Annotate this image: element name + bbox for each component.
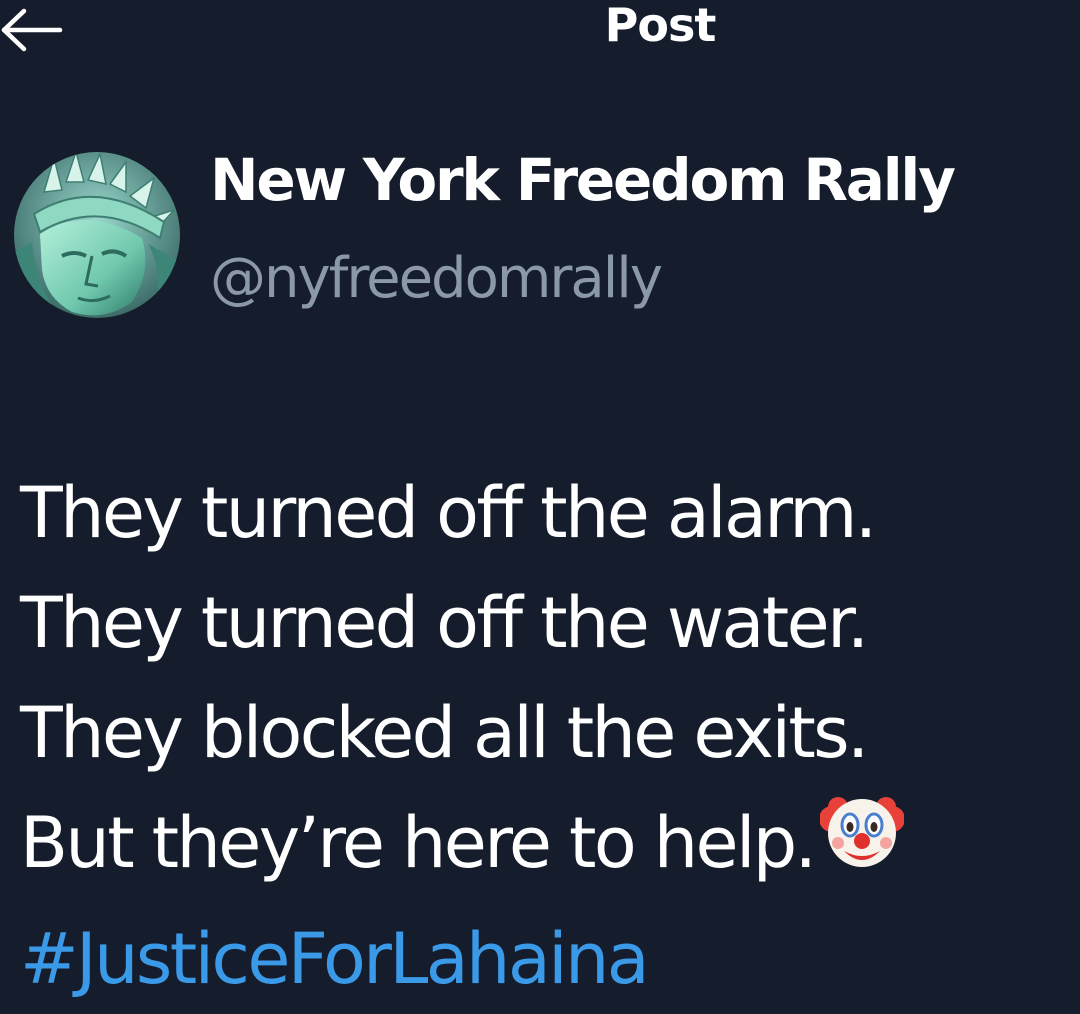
post-author: New York Freedom Rally @nyfreedomrally bbox=[14, 140, 1080, 320]
clown-face-icon bbox=[819, 789, 906, 904]
statue-of-liberty-avatar-icon bbox=[14, 152, 180, 318]
post-line-text: But they’re here to help. bbox=[20, 802, 817, 884]
post-line-last: But they’re here to help. bbox=[20, 788, 1080, 904]
post-line: They turned off the alarm. bbox=[20, 472, 877, 554]
hashtag-link[interactable]: #JusticeForLahaina bbox=[20, 904, 1080, 1014]
post-line: They turned off the water. bbox=[20, 582, 869, 664]
page-title: Post bbox=[604, 0, 717, 52]
author-display-name[interactable]: New York Freedom Rally bbox=[210, 146, 956, 214]
top-bar: Post bbox=[0, 0, 1080, 60]
author-handle[interactable]: @nyfreedomrally bbox=[210, 246, 663, 311]
post-text: They turned off the alarm. They turned o… bbox=[20, 458, 1080, 1014]
post-line: They blocked all the exits. bbox=[20, 692, 869, 774]
avatar[interactable] bbox=[14, 152, 180, 318]
